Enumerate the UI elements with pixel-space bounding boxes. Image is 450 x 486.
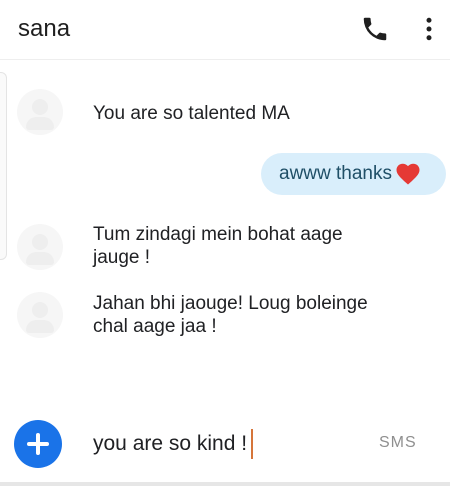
message-input-text: you are so kind ! [93,432,248,455]
received-message[interactable]: Tum zindagi mein bohat aage jauge ! [93,223,383,269]
sent-message-bubble[interactable]: awww thanks [261,153,446,195]
contact-avatar[interactable] [17,224,63,270]
conversation-header: sana [0,0,450,60]
phone-icon[interactable] [360,14,390,44]
message-input[interactable]: you are so kind ! [93,429,254,459]
more-vert-icon[interactable] [414,14,444,44]
contact-avatar[interactable] [17,89,63,135]
received-message[interactable]: Jahan bhi jaouge! Loug boleinge chal aag… [93,292,383,338]
received-message[interactable]: You are so talented MA [93,102,383,125]
heart-icon [396,163,420,185]
add-icon[interactable] [14,420,62,468]
sent-message-text: awww thanks [279,163,392,184]
bottom-divider [0,482,450,486]
message-composer: you are so kind ! SMS [0,404,450,486]
contact-name[interactable]: sana [18,15,70,43]
left-panel-edge [0,72,7,260]
contact-avatar[interactable] [17,292,63,338]
send-sms-button[interactable]: SMS [379,434,417,452]
text-caret [251,429,254,459]
